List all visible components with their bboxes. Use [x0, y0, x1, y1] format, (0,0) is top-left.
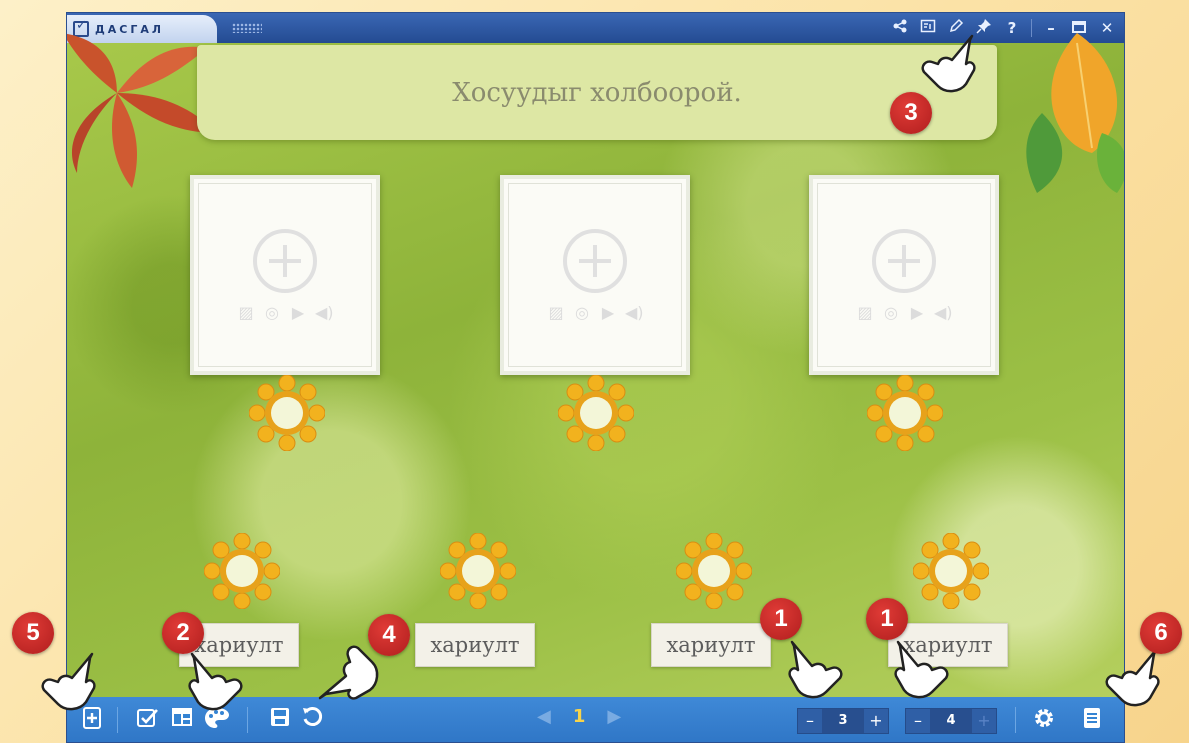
orange-leaf-decoration	[1026, 33, 1124, 193]
help-icon[interactable]: ?	[1003, 19, 1021, 37]
question-card[interactable]: ▨ ◎ ▶ ◀)	[190, 175, 380, 375]
drag-grip-icon[interactable]	[232, 23, 262, 33]
video-reel-icon[interactable]: ◎	[882, 305, 900, 321]
audio-icon[interactable]: ◀)	[934, 305, 953, 321]
connector-flower[interactable]	[558, 375, 634, 451]
toolbar-divider	[117, 707, 118, 733]
instruction-banner: Хосуудыг холбоорой.	[197, 45, 997, 140]
pointing-hand-icon	[921, 34, 976, 93]
pointing-hand-icon	[1105, 648, 1160, 707]
connector-flower[interactable]	[249, 375, 325, 451]
pointing-hand-icon	[188, 652, 243, 711]
previous-page-icon[interactable]: ◀	[537, 706, 551, 727]
instruction-text: Хосуудыг холбоорой.	[452, 77, 742, 108]
annotation-badge: 4	[368, 614, 410, 656]
audio-icon[interactable]: ◀)	[315, 305, 334, 321]
toolbar-divider	[1015, 707, 1016, 733]
settings-gear-icon[interactable]	[1031, 706, 1057, 732]
video-reel-icon[interactable]: ◎	[263, 305, 281, 321]
exercise-window: ДАСГАЛ ? – ✕	[66, 12, 1125, 743]
current-page-number: 1	[572, 706, 586, 727]
connector-flower[interactable]	[440, 533, 516, 609]
connector-flower[interactable]	[913, 533, 989, 609]
youtube-icon[interactable]: ▶	[289, 305, 307, 321]
annotation-badge: 2	[162, 612, 204, 654]
media-options: ▨ ◎ ▶ ◀)	[856, 305, 952, 321]
connector-flower[interactable]	[204, 533, 280, 609]
annotation-badge: 6	[1140, 612, 1182, 654]
answers-stepper: – 4 +	[905, 708, 997, 734]
question-card[interactable]: ▨ ◎ ▶ ◀)	[500, 175, 690, 375]
audio-icon[interactable]: ◀)	[625, 305, 644, 321]
pointing-hand-icon	[788, 640, 843, 699]
media-options: ▨ ◎ ▶ ◀)	[237, 305, 333, 321]
add-media-icon[interactable]	[253, 229, 317, 293]
next-page-icon[interactable]: ▶	[607, 706, 621, 727]
answers-plus-button[interactable]: +	[972, 709, 996, 733]
answer-label[interactable]: хариулт	[415, 623, 535, 667]
answers-minus-button[interactable]: –	[906, 709, 930, 733]
pointing-hand-icon	[41, 652, 96, 711]
connector-flower[interactable]	[676, 533, 752, 609]
reset-icon[interactable]	[299, 706, 325, 732]
youtube-icon[interactable]: ▶	[908, 305, 926, 321]
exercise-stage: Хосуудыг холбоорой. ▨ ◎ ▶ ◀) ▨ ◎ ▶ ◀) ▨ …	[67, 33, 1124, 697]
annotation-badge: 1	[866, 598, 908, 640]
annotation-badge: 3	[890, 92, 932, 134]
add-media-icon[interactable]	[872, 229, 936, 293]
media-options: ▨ ◎ ▶ ◀)	[547, 305, 643, 321]
page-navigator: ◀ 1 ▶	[537, 706, 621, 727]
share-icon[interactable]	[891, 18, 909, 38]
annotation-badge: 5	[12, 612, 54, 654]
pointing-hand-icon	[894, 640, 949, 699]
annotation-badge: 1	[760, 598, 802, 640]
question-card[interactable]: ▨ ◎ ▶ ◀)	[809, 175, 999, 375]
image-icon[interactable]: ▨	[547, 305, 565, 321]
image-icon[interactable]: ▨	[237, 305, 255, 321]
connector-flower[interactable]	[867, 375, 943, 451]
questions-plus-button[interactable]: +	[864, 709, 888, 733]
image-icon[interactable]: ▨	[856, 305, 874, 321]
answer-label[interactable]: хариулт	[651, 623, 771, 667]
questions-stepper: – 3 +	[797, 708, 889, 734]
add-media-icon[interactable]	[563, 229, 627, 293]
check-answers-icon[interactable]	[135, 706, 161, 732]
questions-minus-button[interactable]: –	[798, 709, 822, 733]
questions-count-value: 3	[822, 709, 864, 733]
youtube-icon[interactable]: ▶	[599, 305, 617, 321]
answers-count-value: 4	[930, 709, 972, 733]
save-icon[interactable]	[267, 706, 293, 732]
video-reel-icon[interactable]: ◎	[573, 305, 591, 321]
